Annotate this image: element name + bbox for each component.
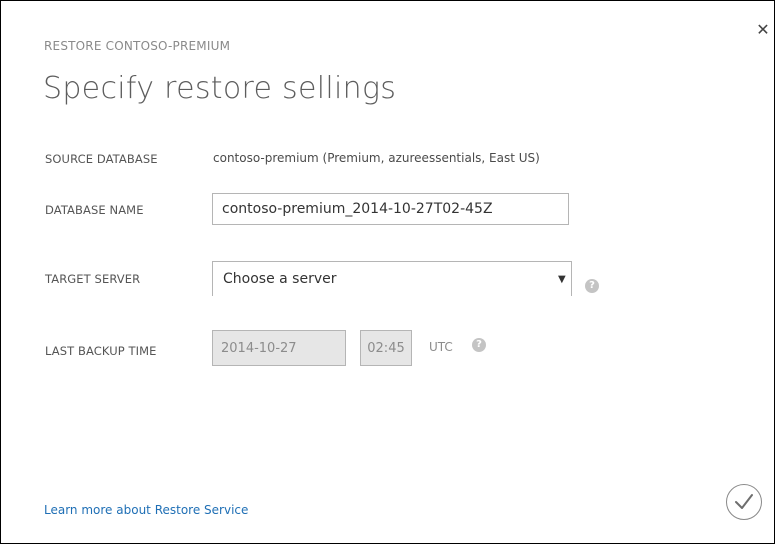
target-server-select[interactable]: Choose a server ▼ bbox=[212, 261, 572, 296]
checkmark-icon bbox=[735, 494, 753, 509]
target-server-label: TARGET SERVER bbox=[45, 272, 141, 286]
learn-more-link[interactable]: Learn more about Restore Service bbox=[44, 503, 248, 517]
source-database-value: contoso-premium (Premium, azureessential… bbox=[213, 151, 540, 165]
database-name-label: DATABASE NAME bbox=[45, 203, 144, 217]
page-title: Specify restore sellings bbox=[43, 71, 397, 106]
timezone-label: UTC bbox=[429, 340, 453, 354]
database-name-field[interactable] bbox=[212, 193, 569, 225]
close-icon[interactable]: ✕ bbox=[755, 21, 771, 39]
chevron-down-icon: ▼ bbox=[558, 274, 566, 285]
help-icon[interactable]: ? bbox=[472, 338, 486, 352]
source-database-label: SOURCE DATABASE bbox=[45, 152, 158, 166]
restore-dialog: ✕ RESTORE CONTOSO-PREMIUM Specify restor… bbox=[0, 0, 775, 544]
backup-time-field: 02:45 bbox=[360, 330, 412, 366]
last-backup-time-label: LAST BACKUP TIME bbox=[45, 344, 157, 358]
confirm-button[interactable] bbox=[726, 484, 762, 520]
help-icon[interactable]: ? bbox=[585, 279, 599, 293]
target-server-selected: Choose a server bbox=[223, 271, 337, 287]
backup-date-field: 2014-10-27 bbox=[212, 330, 346, 366]
dialog-eyebrow: RESTORE CONTOSO-PREMIUM bbox=[44, 39, 231, 53]
